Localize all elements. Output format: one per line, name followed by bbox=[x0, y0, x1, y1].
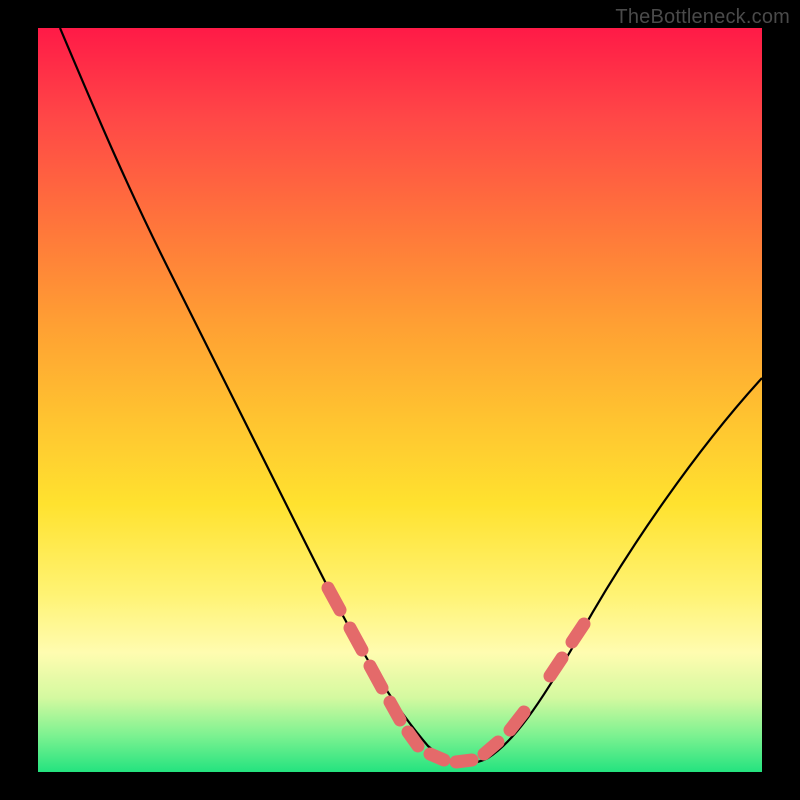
highlight-dashes bbox=[328, 588, 584, 762]
watermark-text: TheBottleneck.com bbox=[615, 6, 790, 29]
bottleneck-curve bbox=[60, 28, 762, 763]
chart-frame: TheBottleneck.com bbox=[0, 0, 800, 800]
plot-area bbox=[38, 28, 762, 772]
curve-svg bbox=[38, 28, 762, 772]
